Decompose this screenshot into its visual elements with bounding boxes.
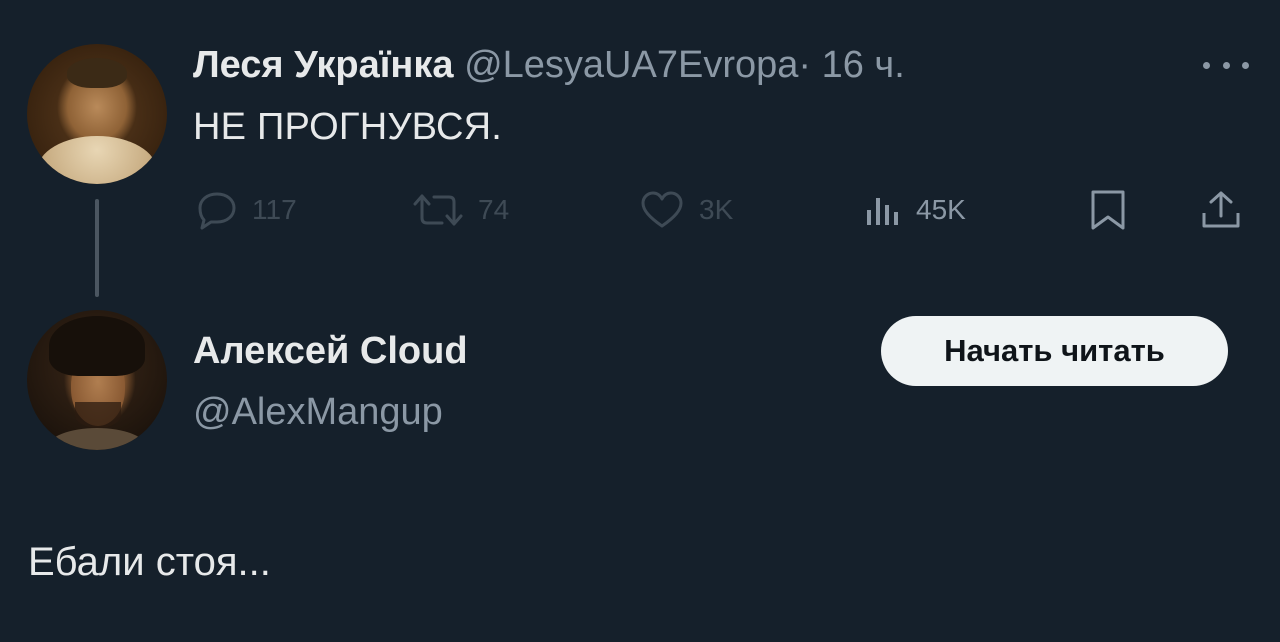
tweet-text: НЕ ПРОГНУВСЯ. [193, 106, 503, 148]
reply-author-handle[interactable]: @AlexMangup [193, 391, 443, 434]
like-icon [641, 191, 683, 228]
reply-icon [198, 192, 236, 230]
avatar-aleksey[interactable] [27, 310, 167, 450]
tweet-time[interactable]: 16 ч. [822, 44, 905, 86]
follow-button[interactable]: Начать читать [881, 316, 1228, 386]
share-button[interactable] [1199, 188, 1243, 232]
thread-connector-line [95, 199, 99, 297]
more-icon[interactable] [1203, 50, 1249, 80]
views-icon [867, 198, 898, 225]
reply-button[interactable]: 117 [196, 188, 297, 232]
views-count: 45K [916, 194, 966, 225]
bookmark-button[interactable] [1088, 188, 1128, 232]
tweet-author-line: Леся Українка @LesyaUA7Evropa· 16 ч. [193, 44, 905, 87]
avatar-hair [67, 58, 127, 88]
share-icon [1202, 191, 1240, 228]
time-separator: · [798, 44, 812, 86]
avatar-lesya[interactable] [27, 44, 167, 184]
like-button[interactable]: 3K [639, 188, 733, 232]
author-handle[interactable]: @LesyaUA7Evropa [464, 44, 798, 86]
retweet-count: 74 [478, 194, 510, 225]
like-count: 3K [699, 194, 734, 225]
reply-count: 117 [252, 194, 297, 225]
avatar-shirt [47, 428, 147, 450]
author-display-name[interactable]: Леся Українка [193, 44, 454, 86]
reply-author-display-name[interactable]: Алексей Cloud [193, 330, 468, 373]
avatar-beard [75, 402, 121, 428]
bookmark-icon [1091, 190, 1125, 230]
retweet-button[interactable]: 74 [412, 188, 509, 232]
avatar-shirt [37, 136, 157, 184]
views-button[interactable]: 45K [864, 188, 966, 232]
retweet-icon [413, 194, 463, 226]
reply-text: Ебали стоя... [28, 540, 271, 584]
avatar-hair [49, 316, 145, 376]
